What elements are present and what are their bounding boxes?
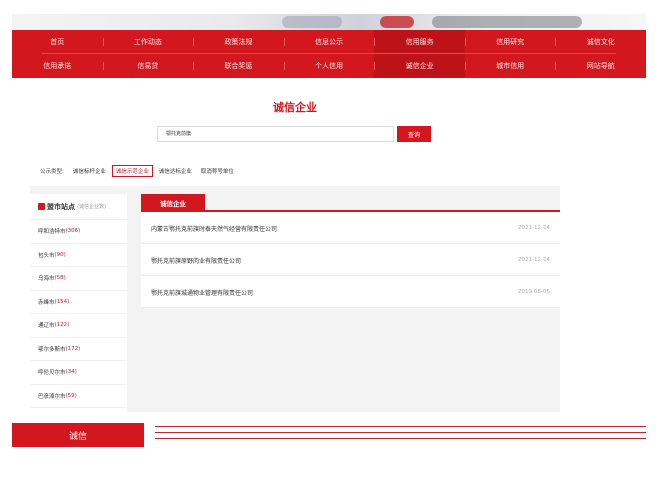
nav-info-publicity[interactable]: 信息公示 — [283, 30, 375, 54]
sidebar-item-count: (154) — [54, 298, 70, 305]
banner-graphic — [282, 16, 342, 28]
sidebar-item-count: (90) — [54, 251, 66, 258]
sidebar-item-name: 呼伦贝尔市 — [38, 370, 66, 377]
list-tab-bar: 诚信企业 — [141, 194, 560, 212]
top-banner — [12, 14, 646, 30]
page-title: 诚信企业 — [273, 101, 317, 114]
sidebar-item[interactable]: 呼伦贝尔市 (34) — [30, 361, 127, 385]
sidebar-item[interactable]: 呼和浩特市 (306) — [30, 220, 127, 244]
sidebar-item-name: 呼和浩特市 — [38, 229, 66, 236]
sidebar-item-name: 乌海市 — [38, 276, 55, 283]
list-item[interactable]: 鄂托克前旗城通物业管理有限责任公司 2019-08-05 — [141, 276, 560, 308]
list-item[interactable]: 内蒙古鄂托克前旗时泰天然气经营有限责任公司 2021-12-24 — [141, 212, 560, 244]
sidebar-subtitle: (诚信企业数) — [77, 204, 106, 210]
nav-integrity-enterprise[interactable]: 诚信企业 — [374, 54, 465, 78]
publish-date: 2019-08-05 — [518, 289, 550, 295]
filter-demonstration[interactable]: 诚信示范企业 — [111, 165, 153, 177]
publish-date: 2021-12-24 — [518, 225, 550, 231]
banner-graphic — [432, 16, 582, 28]
search-input[interactable]: 鄂托克前旗 — [157, 126, 394, 142]
nav-city-credit[interactable]: 城市信用 — [464, 54, 556, 78]
footer-section-tab[interactable]: 诚信 — [12, 423, 144, 447]
filter-standard[interactable]: 诚信达标企业 — [156, 166, 195, 176]
sidebar-item-count: (59) — [65, 392, 77, 399]
footer-divider-lines — [155, 426, 646, 446]
sidebar-header: 盟市站点 (诚信企业数) — [30, 194, 127, 220]
main-panel: 诚信企业 鄂托克前旗 查询 公示类型: 诚信标杆企业 诚信示范企业 诚信达标企业… — [30, 86, 560, 412]
banner-logo — [380, 16, 414, 28]
main-nav: 首页 工作动态 政策法规 信息公示 信用服务 信用研究 诚信文化 信用承诺 信易… — [12, 30, 646, 78]
sidebar-item-count: (122) — [54, 322, 70, 329]
list-item[interactable]: 鄂托克前旗原野肉业有限责任公司 2021-12-24 — [141, 244, 560, 276]
sidebar-item-name: 通辽市 — [38, 323, 55, 330]
sidebar-item-name: 包头市 — [38, 252, 55, 259]
nav-credit-service[interactable]: 信用服务 — [374, 30, 465, 54]
nav-credit-loan[interactable]: 信易贷 — [102, 54, 194, 78]
sidebar-item-count: (172) — [65, 345, 81, 352]
filter-benchmark[interactable]: 诚信标杆企业 — [70, 166, 109, 176]
sidebar-item-name: 鄂尔多斯市 — [38, 346, 66, 353]
enterprise-name[interactable]: 内蒙古鄂托克前旗时泰天然气经营有限责任公司 — [151, 224, 277, 233]
sidebar-item[interactable]: 巴彦淖尔市 (59) — [30, 385, 127, 408]
divider-line — [155, 438, 646, 439]
nav-credit-research[interactable]: 信用研究 — [464, 30, 556, 54]
tab-integrity-enterprise[interactable]: 诚信企业 — [141, 194, 205, 212]
page: 首页 工作动态 政策法规 信息公示 信用服务 信用研究 诚信文化 信用承诺 信易… — [0, 0, 662, 477]
sidebar-item-count: (306) — [65, 228, 81, 235]
nav-integrity-culture[interactable]: 诚信文化 — [555, 30, 646, 54]
divider-line — [155, 432, 646, 433]
sidebar-title: 盟市站点 — [47, 202, 75, 211]
enterprise-list-panel: 诚信企业 内蒙古鄂托克前旗时泰天然气经营有限责任公司 2021-12-24 鄂托… — [141, 194, 560, 412]
nav-personal-credit[interactable]: 个人信用 — [283, 54, 375, 78]
sidebar-item-name: 巴彦淖尔市 — [38, 393, 66, 400]
site-icon — [38, 203, 45, 210]
sidebar-item-count: (34) — [65, 369, 77, 376]
enterprise-name[interactable]: 鄂托克前旗原野肉业有限责任公司 — [151, 256, 241, 265]
search-button[interactable]: 查询 — [397, 126, 431, 142]
search-section: 诚信企业 鄂托克前旗 查询 公示类型: 诚信标杆企业 诚信示范企业 诚信达标企业… — [30, 86, 560, 186]
sidebar-item[interactable]: 鄂尔多斯市 (172) — [30, 338, 127, 361]
nav-home[interactable]: 首页 — [12, 30, 103, 54]
nav-policy[interactable]: 政策法规 — [193, 30, 284, 54]
city-sidebar: 盟市站点 (诚信企业数) 呼和浩特市 (306) 包头市 (90) 乌海市 (58) … — [30, 194, 127, 412]
nav-joint-rewards[interactable]: 联合奖惩 — [193, 54, 284, 78]
sidebar-item[interactable]: 乌海市 (58) — [30, 267, 127, 291]
filter-bar: 公示类型: 诚信标杆企业 诚信示范企业 诚信达标企业 取消称号单位 — [40, 165, 240, 177]
nav-work-news[interactable]: 工作动态 — [102, 30, 194, 54]
sidebar-item[interactable]: 包头市 (90) — [30, 244, 127, 267]
nav-site-map[interactable]: 网站导航 — [555, 54, 646, 78]
divider-line — [155, 426, 646, 427]
sidebar-item-name: 赤峰市 — [38, 299, 55, 306]
enterprise-name[interactable]: 鄂托克前旗城通物业管理有限责任公司 — [151, 288, 253, 297]
filter-revoked[interactable]: 取消称号单位 — [198, 166, 237, 176]
publish-date: 2021-12-24 — [518, 257, 550, 263]
filter-label: 公示类型: — [40, 169, 64, 175]
nav-row-1: 首页 工作动态 政策法规 信息公示 信用服务 信用研究 诚信文化 — [12, 30, 646, 54]
sidebar-item-count: (58) — [54, 275, 66, 282]
enterprise-list: 内蒙古鄂托克前旗时泰天然气经营有限责任公司 2021-12-24 鄂托克前旗原野… — [141, 212, 560, 308]
sidebar-item[interactable]: 赤峰市 (154) — [30, 291, 127, 314]
nav-row-2: 信用承诺 信易贷 联合奖惩 个人信用 诚信企业 城市信用 网站导航 — [12, 54, 646, 78]
sidebar-item[interactable]: 通辽市 (122) — [30, 314, 127, 338]
nav-credit-commitment[interactable]: 信用承诺 — [12, 54, 103, 78]
